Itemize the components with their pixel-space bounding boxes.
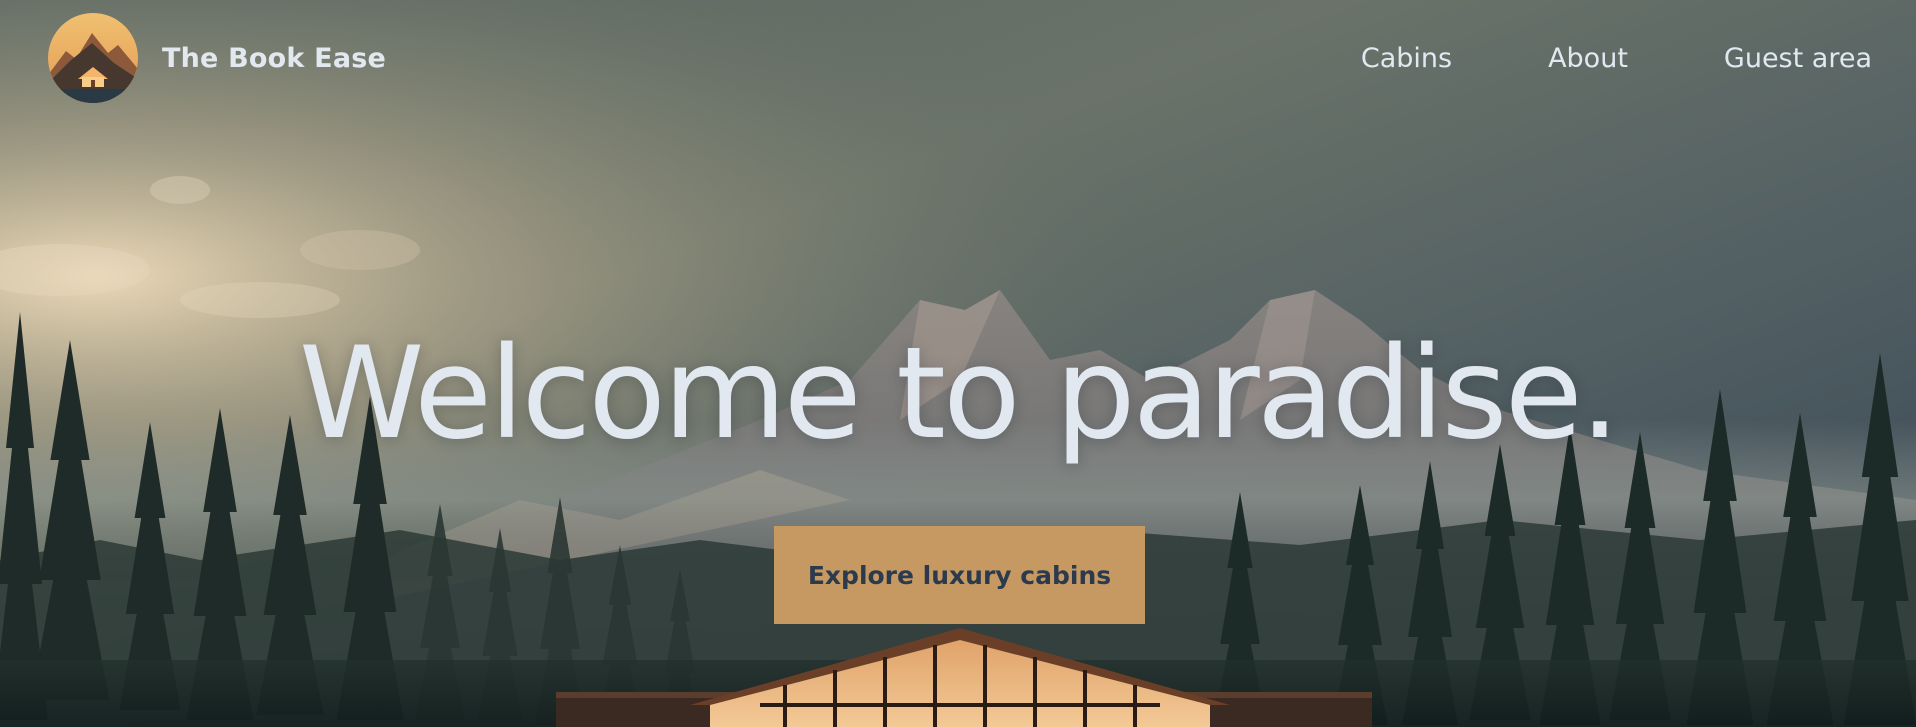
mountain-cabin-logo-icon bbox=[48, 13, 138, 103]
site-header: The Book Ease Cabins About Guest area bbox=[0, 0, 1916, 116]
brand-home-link[interactable]: The Book Ease bbox=[48, 13, 386, 103]
nav-link-about[interactable]: About bbox=[1548, 43, 1628, 74]
nav-link-guest-area[interactable]: Guest area bbox=[1724, 43, 1872, 74]
explore-cabins-button[interactable]: Explore luxury cabins bbox=[774, 526, 1145, 624]
landing-page: The Book Ease Cabins About Guest area We… bbox=[0, 0, 1916, 727]
hero-title: Welcome to paradise. bbox=[298, 319, 1620, 467]
nav-link-cabins[interactable]: Cabins bbox=[1361, 43, 1452, 74]
main-navigation: Cabins About Guest area bbox=[1361, 43, 1872, 74]
brand-name: The Book Ease bbox=[162, 42, 387, 74]
